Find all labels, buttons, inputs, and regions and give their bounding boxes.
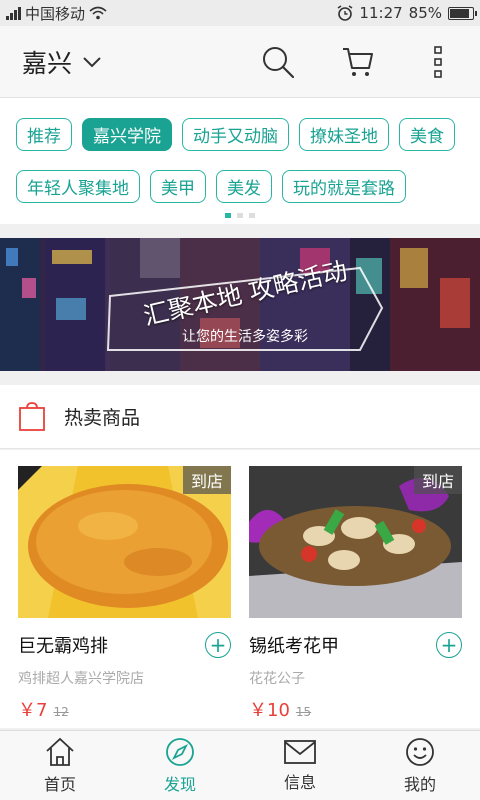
product-image: 到店	[18, 466, 231, 618]
product-price: ￥7	[18, 700, 48, 721]
smiley-icon	[406, 737, 434, 766]
nav-profile[interactable]: 我的	[360, 731, 480, 800]
tag-recommend[interactable]: 推荐	[16, 118, 72, 151]
product-price: ￥10	[249, 700, 290, 721]
nav-discover-label: 发现	[163, 774, 196, 794]
product-card[interactable]: 到店 巨无霸鸡排 + 鸡排超人嘉兴学院店 ￥7 12	[18, 466, 231, 728]
carrier-label: 中国移动	[25, 4, 86, 23]
cart-icon	[343, 47, 373, 76]
nav-home[interactable]: 首页	[0, 731, 120, 800]
search-button[interactable]	[258, 42, 298, 82]
clock-label: 11:27	[359, 4, 403, 22]
product-name: 锡纸考花甲	[249, 636, 339, 657]
more-vertical-icon	[434, 45, 442, 78]
in-store-badge: 到店	[182, 466, 231, 494]
tag-hands-on[interactable]: 动手又动脑	[182, 118, 289, 151]
hot-section-header: 热卖商品	[0, 385, 480, 449]
tag-row-2: 年轻人聚集地 美甲 美发 玩的就是套路	[16, 170, 464, 203]
compass-icon	[166, 737, 194, 766]
nav-profile-label: 我的	[403, 774, 436, 794]
product-name: 巨无霸鸡排	[18, 636, 108, 657]
search-icon	[263, 46, 295, 78]
nav-discover[interactable]: 发现	[120, 731, 240, 800]
promo-banner[interactable]: 汇聚本地 攻略活动 让您的生活多姿多彩	[0, 238, 480, 371]
page-dot	[225, 213, 231, 218]
tag-young-people[interactable]: 年轻人聚集地	[16, 170, 140, 203]
category-tags: 推荐 嘉兴学院 动手又动脑 撩妹圣地 美食 年轻人聚集地 美甲 美发 玩的就是套…	[0, 98, 480, 224]
banner-subtitle: 让您的生活多姿多彩	[182, 329, 308, 345]
tag-dating-spot[interactable]: 撩妹圣地	[299, 118, 389, 151]
signal-icon	[6, 6, 21, 20]
tag-hairdressing[interactable]: 美发	[216, 170, 272, 203]
add-to-cart-button[interactable]: +	[205, 632, 231, 658]
tag-food[interactable]: 美食	[399, 118, 455, 151]
shop-name: 花花公子	[249, 671, 305, 687]
nav-messages-label: 信息	[283, 772, 316, 792]
cart-button[interactable]	[338, 42, 378, 82]
tag-manicure[interactable]: 美甲	[150, 170, 206, 203]
chevron-down-icon	[83, 56, 101, 67]
home-icon	[46, 737, 74, 766]
product-card[interactable]: 到店 锡纸考花甲 + 花花公子 ￥10 15	[249, 466, 462, 728]
original-price: 12	[53, 705, 69, 719]
city-label: 嘉兴	[22, 48, 73, 78]
product-list: 到店 巨无霸鸡排 + 鸡排超人嘉兴学院店 ￥7 12 到店 锡纸考花甲 + 花花…	[0, 450, 480, 728]
original-price: 15	[295, 705, 312, 719]
tag-games[interactable]: 玩的就是套路	[282, 170, 406, 203]
plus-icon: +	[440, 633, 458, 657]
wifi-icon	[89, 6, 107, 20]
add-to-cart-button[interactable]: +	[436, 632, 462, 658]
status-bar: 中国移动 11:27 85%	[0, 0, 480, 26]
bottom-navigation: 首页 发现 信息 我的	[0, 730, 480, 800]
plus-icon: +	[209, 633, 227, 657]
page-indicator	[0, 213, 480, 218]
in-store-badge: 到店	[413, 466, 462, 494]
hot-section-title: 热卖商品	[64, 407, 141, 429]
shopping-bag-icon	[19, 401, 45, 431]
mail-icon	[284, 739, 316, 764]
product-image: 到店	[249, 466, 462, 618]
page-dot	[249, 213, 255, 218]
city-selector[interactable]: 嘉兴	[22, 44, 102, 80]
battery-icon	[448, 6, 477, 20]
more-button[interactable]	[418, 42, 458, 82]
nav-home-label: 首页	[43, 774, 76, 794]
tag-jiaxing-university[interactable]: 嘉兴学院	[82, 118, 172, 151]
tag-row-1: 推荐 嘉兴学院 动手又动脑 撩妹圣地 美食	[16, 118, 464, 151]
shop-name: 鸡排超人嘉兴学院店	[18, 671, 144, 687]
alarm-icon	[337, 5, 353, 21]
nav-messages[interactable]: 信息	[240, 731, 360, 800]
page-dot	[237, 213, 243, 218]
battery-label: 85%	[408, 4, 442, 22]
header: 嘉兴	[0, 26, 480, 98]
